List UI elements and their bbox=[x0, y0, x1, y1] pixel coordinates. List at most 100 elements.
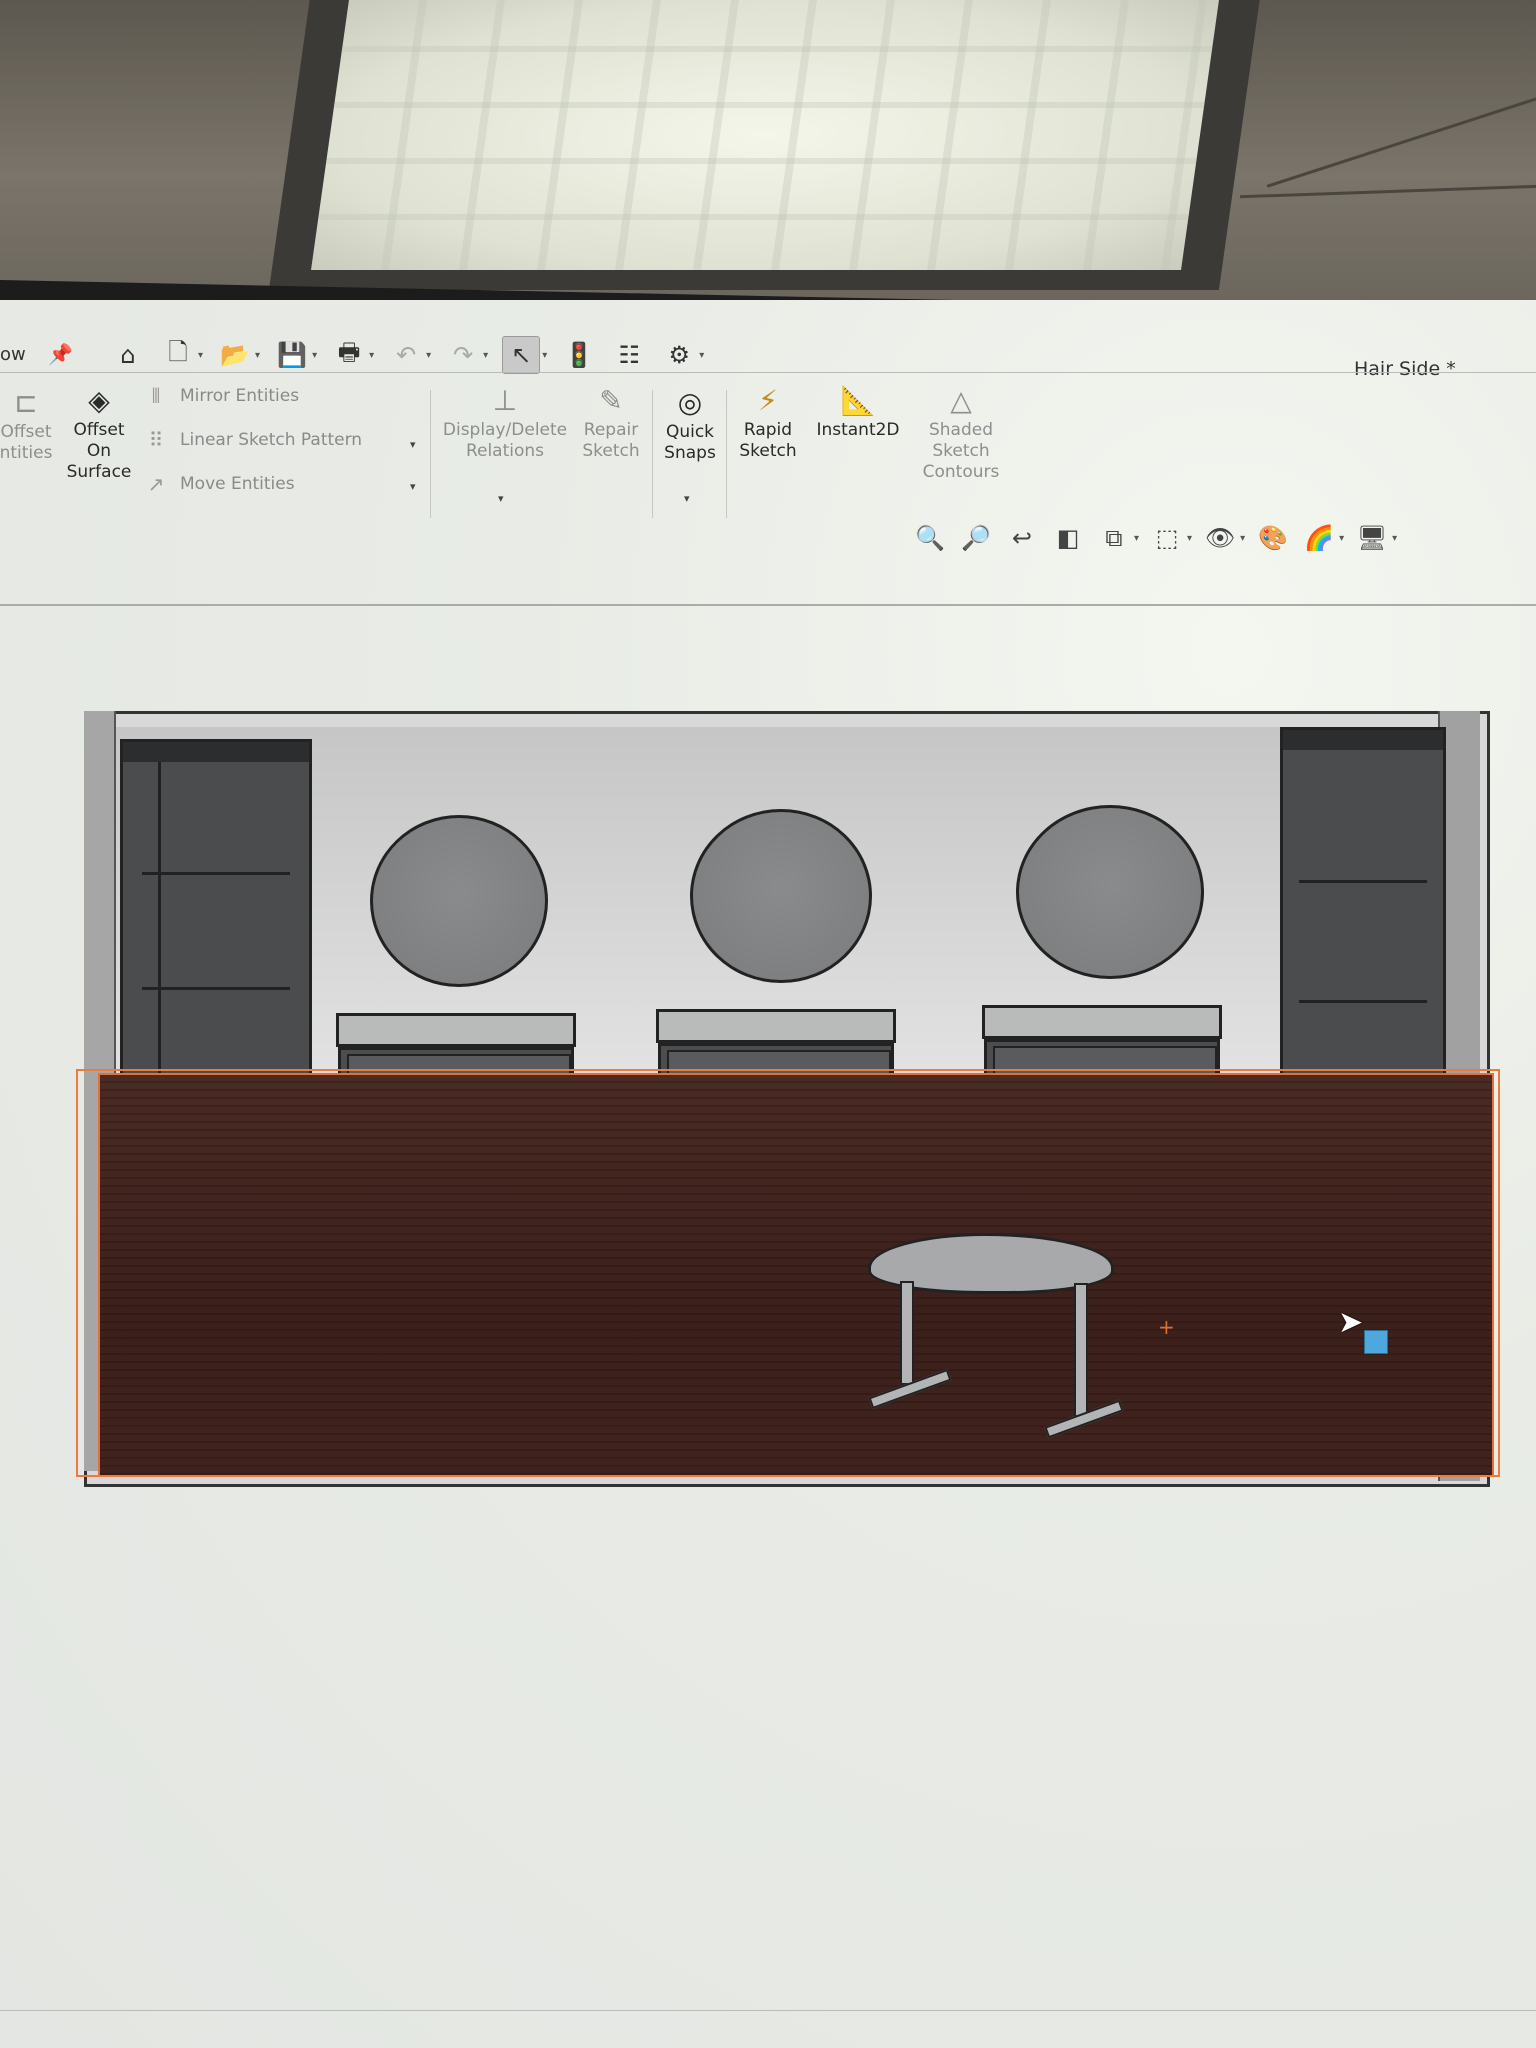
quick-snaps-button[interactable]: ◎ Quick Snaps bbox=[656, 386, 724, 464]
rapid-sketch-button[interactable]: ⚡ Rapid Sketch bbox=[734, 384, 802, 462]
display-delete-relations-button[interactable]: ⊥ Display/Delete Relations bbox=[438, 384, 572, 462]
mirror-entities-button[interactable]: ⫴ Mirror Entities bbox=[142, 384, 299, 408]
chevron-down-icon[interactable]: ▾ bbox=[1392, 533, 1397, 544]
options-icon[interactable]: ⚙ bbox=[661, 337, 697, 373]
display-style-icon[interactable]: ⬚ bbox=[1149, 520, 1185, 556]
zoom-to-fit-icon[interactable]: 🔍 bbox=[912, 520, 948, 556]
toolbar-divider bbox=[0, 372, 1536, 373]
origin-crosshair-icon: + bbox=[1158, 1315, 1175, 1339]
view-orientation-icon[interactable]: ⧉ bbox=[1096, 520, 1132, 556]
previous-view-icon[interactable]: ↩ bbox=[1004, 520, 1040, 556]
chevron-down-icon[interactable]: ▾ bbox=[410, 438, 416, 451]
shaded-sketch-contours-icon: △ bbox=[950, 384, 972, 417]
chevron-down-icon[interactable]: ▾ bbox=[369, 350, 374, 361]
repair-sketch-button[interactable]: ✎ Repair Sketch bbox=[578, 384, 644, 462]
open-icon[interactable]: 📂 bbox=[217, 337, 253, 373]
chevron-down-icon[interactable]: ▾ bbox=[410, 480, 416, 493]
mirror-right[interactable] bbox=[1016, 805, 1204, 979]
cad-application-window: ow 📌 ⌂ 🗋 ▾ 📂 ▾ 💾 ▾ 🖶 ▾ ↶ ▾ ↷ ▾ ↖ ▾ 🚦 ☷ ⚙… bbox=[0, 300, 1536, 2048]
offset-entities-label-1: Offset bbox=[0, 422, 52, 442]
chevron-down-icon[interactable]: ▾ bbox=[498, 492, 504, 505]
chevron-down-icon[interactable]: ▾ bbox=[312, 350, 317, 361]
save-icon[interactable]: 💾 bbox=[274, 337, 310, 373]
section-view-icon[interactable]: ◧ bbox=[1050, 520, 1086, 556]
mouse-cursor-icon: ➤ bbox=[1338, 1305, 1364, 1340]
repair-sketch-icon: ✎ bbox=[599, 384, 623, 417]
mirror-center[interactable] bbox=[690, 809, 872, 983]
linear-sketch-pattern-label: Linear Sketch Pattern bbox=[180, 430, 363, 450]
home-icon[interactable]: ⌂ bbox=[110, 337, 146, 373]
shaded-sketch-label-1: Shaded bbox=[928, 420, 994, 440]
offset-on-surface-button[interactable]: ◈ Offset On Surface bbox=[64, 384, 134, 483]
file-properties-icon[interactable]: ☷ bbox=[611, 337, 647, 373]
mirror-icon: ⫴ bbox=[151, 384, 161, 408]
zoom-to-area-icon[interactable]: 🔎 bbox=[958, 520, 994, 556]
cursor-selection-badge-icon bbox=[1364, 1330, 1388, 1354]
graphics-area-model[interactable]: + ➤ bbox=[76, 705, 1508, 1505]
shaded-sketch-label-3: Contours bbox=[922, 462, 1000, 482]
document-title: Hair Side * bbox=[1354, 358, 1456, 380]
ceiling-light bbox=[268, 0, 1262, 290]
chevron-down-icon[interactable]: ▾ bbox=[198, 350, 203, 361]
repair-sketch-label-2: Sketch bbox=[582, 441, 640, 461]
redo-icon[interactable]: ↷ bbox=[445, 337, 481, 373]
chevron-down-icon[interactable]: ▾ bbox=[1134, 533, 1139, 544]
status-bar-border bbox=[0, 2010, 1536, 2011]
chevron-down-icon[interactable]: ▾ bbox=[426, 350, 431, 361]
ribbon-separator bbox=[430, 390, 431, 518]
heads-up-view-toolbar: 🔍 🔎 ↩ ◧ ⧉ ▾ ⬚ ▾ 👁 ▾ 🎨 🌈 ▾ 🖥 ▾ bbox=[912, 520, 1397, 556]
repair-sketch-label-1: Repair bbox=[583, 420, 639, 440]
chevron-down-icon[interactable]: ▾ bbox=[542, 350, 547, 361]
display-delete-label-1: Display/Delete bbox=[442, 420, 568, 440]
apply-scene-icon[interactable]: 🌈 bbox=[1301, 520, 1337, 556]
new-document-icon[interactable]: 🗋 bbox=[160, 337, 196, 373]
offset-on-surface-label-3: Surface bbox=[66, 462, 132, 482]
chevron-down-icon[interactable]: ▾ bbox=[699, 350, 704, 361]
pin-icon[interactable]: 📌 bbox=[48, 342, 73, 366]
chevron-down-icon[interactable]: ▾ bbox=[255, 350, 260, 361]
rapid-sketch-label-2: Sketch bbox=[739, 441, 797, 461]
display-delete-label-2: Relations bbox=[465, 441, 545, 461]
shaded-sketch-label-2: Sketch bbox=[932, 441, 990, 461]
offset-on-surface-label-2: On bbox=[86, 441, 112, 461]
quick-snaps-label-1: Quick bbox=[665, 422, 715, 442]
offset-entities-icon: ⊏ bbox=[14, 386, 38, 419]
rapid-sketch-icon: ⚡ bbox=[758, 384, 778, 417]
offset-entities-label-2: ntities bbox=[0, 443, 53, 463]
move-entities-button[interactable]: ↗ Move Entities bbox=[142, 472, 295, 496]
undo-icon[interactable]: ↶ bbox=[388, 337, 424, 373]
quick-snaps-icon: ◎ bbox=[677, 386, 703, 419]
edit-appearance-icon[interactable]: 🎨 bbox=[1255, 520, 1291, 556]
instant2d-icon: 📐 bbox=[840, 384, 876, 417]
ribbon-separator bbox=[652, 390, 653, 518]
print-icon[interactable]: 🖶 bbox=[331, 337, 367, 373]
move-entities-label: Move Entities bbox=[180, 474, 295, 494]
instant2d-button[interactable]: 📐 Instant2D bbox=[810, 384, 906, 441]
selection-highlight bbox=[76, 1069, 1500, 1477]
linear-sketch-pattern-button[interactable]: ⠿ Linear Sketch Pattern bbox=[142, 428, 362, 452]
rebuild-icon[interactable]: 🚦 bbox=[561, 337, 597, 373]
kidney-table[interactable] bbox=[868, 1233, 1138, 1439]
mirror-left[interactable] bbox=[370, 815, 548, 987]
rapid-sketch-label-1: Rapid bbox=[743, 420, 793, 440]
linear-pattern-icon: ⠿ bbox=[148, 428, 164, 452]
select-icon[interactable]: ↖ bbox=[502, 336, 541, 374]
ribbon-bottom-border bbox=[0, 604, 1536, 606]
chevron-down-icon[interactable]: ▾ bbox=[684, 492, 690, 505]
menu-partial-label[interactable]: ow bbox=[0, 344, 26, 365]
view-settings-icon[interactable]: 🖥 bbox=[1354, 520, 1390, 556]
chevron-down-icon[interactable]: ▾ bbox=[1240, 533, 1245, 544]
ribbon-separator bbox=[726, 390, 727, 518]
mirror-entities-label: Mirror Entities bbox=[180, 386, 300, 406]
offset-entities-button[interactable]: ⊏ Offset ntities bbox=[0, 386, 56, 464]
offset-on-surface-icon: ◈ bbox=[88, 384, 110, 417]
chevron-down-icon[interactable]: ▾ bbox=[1187, 533, 1192, 544]
shaded-sketch-contours-button[interactable]: △ Shaded Sketch Contours bbox=[914, 384, 1008, 483]
move-icon: ↗ bbox=[147, 472, 165, 496]
sketch-ribbon: ⊏ Offset ntities ◈ Offset On Surface ⫴ M… bbox=[0, 380, 1536, 606]
quick-snaps-label-2: Snaps bbox=[664, 443, 716, 463]
chevron-down-icon[interactable]: ▾ bbox=[1339, 533, 1344, 544]
hide-show-items-icon[interactable]: 👁 bbox=[1202, 520, 1238, 556]
office-ceiling bbox=[0, 0, 1536, 320]
chevron-down-icon[interactable]: ▾ bbox=[483, 350, 488, 361]
